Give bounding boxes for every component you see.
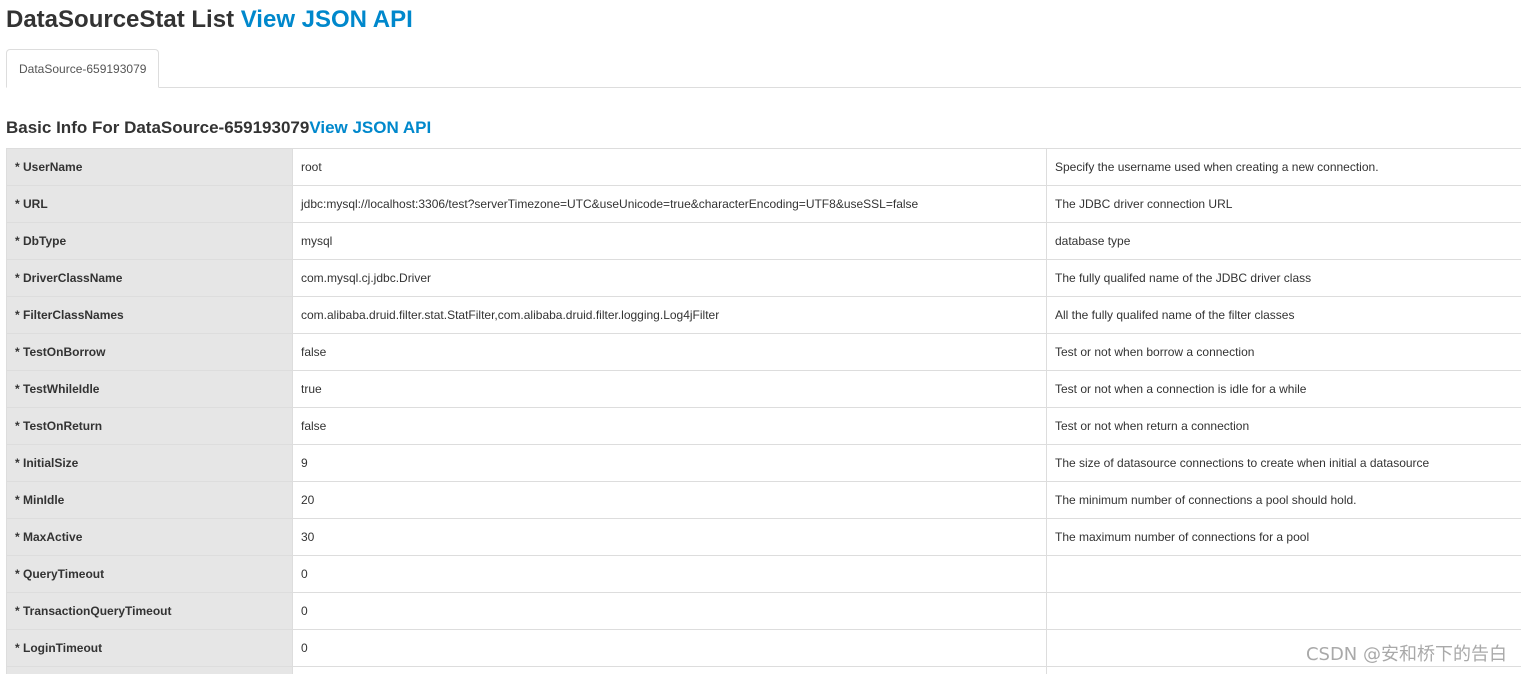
property-description-cell	[1046, 592, 1521, 630]
property-description-cell: The JDBC driver connection URL	[1046, 185, 1521, 223]
property-value-cell: root	[292, 148, 1047, 186]
property-name-cell: * TestOnBorrow	[6, 333, 293, 371]
property-name-cell: * DbType	[6, 222, 293, 260]
basic-info-heading: Basic Info For DataSource-659193079View …	[6, 116, 431, 140]
property-description-cell: The minimum number of connections a pool…	[1046, 481, 1521, 519]
table-row: * URL jdbc:mysql://localhost:3306/test?se…	[6, 185, 1521, 223]
property-name-cell: * QueryTimeout	[6, 555, 293, 593]
property-value-cell	[292, 666, 1047, 674]
property-description-cell: The maximum number of connections for a …	[1046, 518, 1521, 556]
property-name-cell	[6, 666, 293, 674]
basic-info-json-link[interactable]: View JSON API	[309, 118, 431, 137]
property-value-cell: 30	[292, 518, 1047, 556]
table-row: * DriverClassName com.mysql.cj.jdbc.Drive…	[6, 259, 1521, 297]
property-value-cell: true	[292, 370, 1047, 408]
table-row: * TestOnReturn false Test or not when retu…	[6, 407, 1521, 445]
tab-datasource[interactable]: DataSource-659193079	[6, 49, 160, 88]
table-row	[6, 666, 1521, 674]
property-name-cell: * TestOnReturn	[6, 407, 293, 445]
property-value-cell: com.alibaba.druid.filter.stat.StatFilter…	[292, 296, 1047, 334]
property-description-cell: Test or not when borrow a connection	[1046, 333, 1521, 371]
page-title-text: DataSourceStat List	[6, 6, 235, 33]
basic-info-title: Basic Info For DataSource-659193079	[6, 118, 310, 137]
basic-info-table: * UserName root Specify the username used …	[6, 148, 1521, 674]
property-value-cell: 20	[292, 481, 1047, 519]
property-value-cell: com.mysql.cj.jdbc.Driver	[292, 259, 1047, 297]
table-row: * FilterClassNames com.alibaba.druid.filt…	[6, 296, 1521, 334]
property-name-cell: * TransactionQueryTimeout	[6, 592, 293, 630]
page: DataSourceStat List View JSON API DataSo…	[0, 0, 1521, 674]
table-row: * TestOnBorrow false Test or not when borr…	[6, 333, 1521, 371]
property-name-cell: * URL	[6, 185, 293, 223]
property-name-cell: * LoginTimeout	[6, 629, 293, 667]
table-row: * DbType mysql database type	[6, 222, 1521, 260]
table-row: * TransactionQueryTimeout 0	[6, 592, 1521, 630]
property-description-cell	[1046, 666, 1521, 674]
property-description-cell	[1046, 555, 1521, 593]
table-row: * InitialSize 9 The size of datasource con…	[6, 444, 1521, 482]
property-name-cell: * TestWhileIdle	[6, 370, 293, 408]
basic-info-table-body: * UserName root Specify the username used …	[6, 148, 1521, 674]
property-name-cell: * DriverClassName	[6, 259, 293, 297]
property-description-cell: Test or not when a connection is idle fo…	[1046, 370, 1521, 408]
property-description-cell: All the fully qualifed name of the filte…	[1046, 296, 1521, 334]
property-description-cell: database type	[1046, 222, 1521, 260]
property-name-cell: * MinIdle	[6, 481, 293, 519]
page-title: DataSourceStat List View JSON API	[6, 5, 413, 35]
property-value-cell: false	[292, 407, 1047, 445]
property-name-cell: * InitialSize	[6, 444, 293, 482]
property-description-cell: Test or not when return a connection	[1046, 407, 1521, 445]
property-value-cell: 0	[292, 629, 1047, 667]
table-row: * LoginTimeout 0	[6, 629, 1521, 667]
property-value-cell: jdbc:mysql://localhost:3306/test?serverT…	[292, 185, 1047, 223]
property-description-cell: The size of datasource connections to cr…	[1046, 444, 1521, 482]
table-row: * MinIdle 20 The minimum number of connect…	[6, 481, 1521, 519]
property-name-cell: * FilterClassNames	[6, 296, 293, 334]
property-value-cell: 9	[292, 444, 1047, 482]
property-description-cell: Specify the username used when creating …	[1046, 148, 1521, 186]
datasource-tabs: DataSource-659193079	[6, 49, 1521, 88]
table-row: * TestWhileIdle true Test or not when a co…	[6, 370, 1521, 408]
property-description-cell: The fully qualifed name of the JDBC driv…	[1046, 259, 1521, 297]
property-value-cell: 0	[292, 555, 1047, 593]
table-row: * QueryTimeout 0	[6, 555, 1521, 593]
property-name-cell: * UserName	[6, 148, 293, 186]
property-name-cell: * MaxActive	[6, 518, 293, 556]
property-value-cell: mysql	[292, 222, 1047, 260]
property-value-cell: 0	[292, 592, 1047, 630]
property-value-cell: false	[292, 333, 1047, 371]
view-json-api-link[interactable]: View JSON API	[241, 6, 413, 33]
table-row: * MaxActive 30 The maximum number of conne…	[6, 518, 1521, 556]
watermark: CSDN @安和桥下的告白	[1305, 644, 1507, 665]
table-row: * UserName root Specify the username used …	[6, 148, 1521, 186]
